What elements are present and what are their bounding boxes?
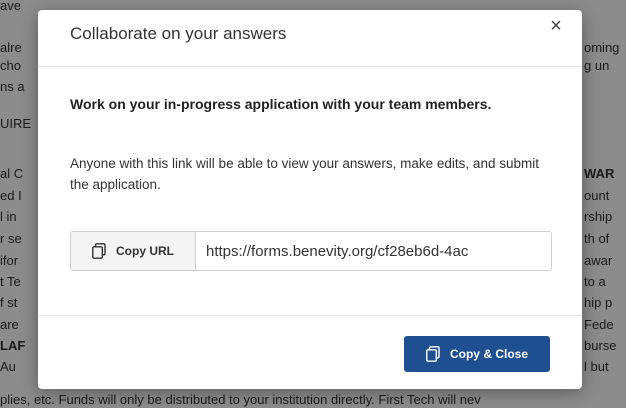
close-button[interactable]: × <box>544 14 568 38</box>
modal-body: Work on your in-progress application wit… <box>38 67 582 317</box>
modal-description: Anyone with this link will be able to vi… <box>70 156 539 192</box>
copy-and-close-label: Copy & Close <box>449 347 528 361</box>
clipboard-icon <box>92 243 106 259</box>
clipboard-icon <box>426 346 440 362</box>
share-url-group: Copy URL <box>70 231 552 271</box>
copy-url-button[interactable]: Copy URL <box>71 232 196 270</box>
modal-header: Collaborate on your answers × <box>38 10 582 67</box>
modal-footer: Copy & Close <box>38 315 582 389</box>
copy-and-close-button[interactable]: Copy & Close <box>404 336 550 372</box>
modal-heading: Work on your in-progress application wit… <box>70 96 492 112</box>
modal-title: Collaborate on your answers <box>70 24 287 43</box>
copy-url-label: Copy URL <box>116 244 174 258</box>
collaborate-modal: Collaborate on your answers × Work on yo… <box>38 10 582 389</box>
share-url-input[interactable] <box>196 233 551 269</box>
